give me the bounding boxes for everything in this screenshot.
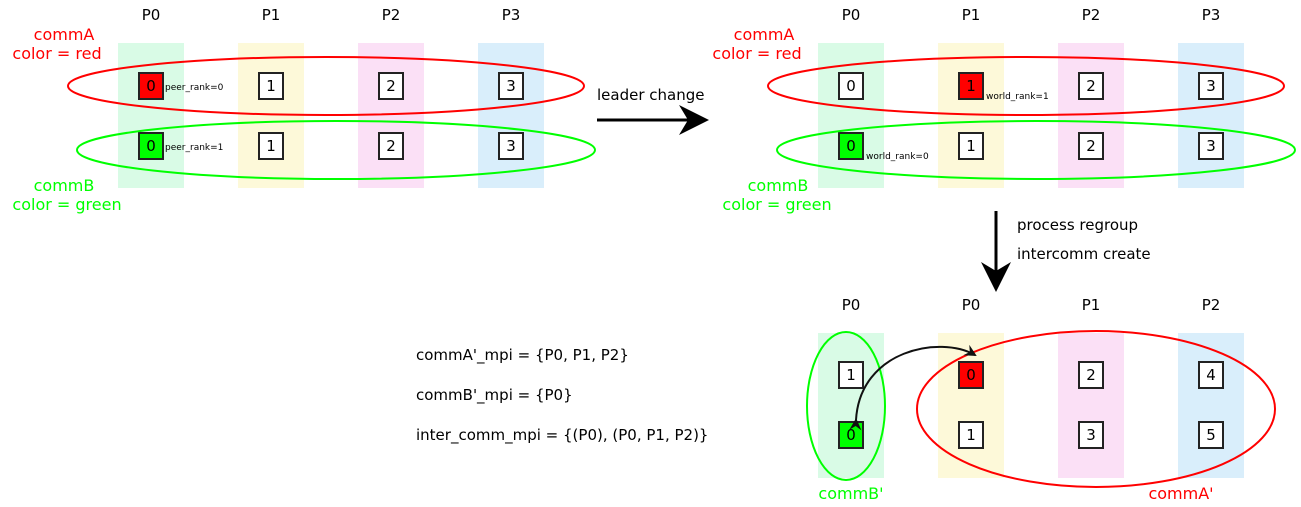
rank-number: 3	[506, 77, 516, 95]
header-p1: P1	[962, 6, 981, 24]
header-p0: P0	[142, 6, 161, 24]
commB-prime-mpi-equation: commB'_mpi = {P0}	[416, 386, 573, 405]
panel-after-leader-change: P0 P1 P2 P3 0 1 2 3 0 1 2 3 world_rank=1…	[712, 6, 1296, 214]
world-rank-note: world_rank=0	[866, 152, 929, 162]
rank-number: 4	[1206, 366, 1216, 384]
header-p3: P3	[1202, 6, 1221, 24]
commA-prime-label: commA'	[1148, 484, 1213, 503]
commA-label: commA	[34, 25, 95, 44]
peer-rank-note: peer_rank=0	[165, 83, 224, 93]
panel-before: P0 P1 P2 P3 0 1 2 3 0 1 2 3 peer_rank=0 …	[12, 6, 596, 214]
process-regroup-label: process regroup	[1017, 216, 1138, 234]
rank-number: 2	[1086, 366, 1096, 384]
rank-number: 1	[266, 77, 276, 95]
process-band-p1	[1058, 333, 1124, 478]
commA-label: commA	[734, 25, 795, 44]
leader-change-label: leader change	[597, 86, 704, 104]
commA-color-label: color = red	[712, 44, 801, 63]
peer-rank-note: peer_rank=1	[165, 143, 223, 153]
rank-number: 0	[846, 77, 856, 95]
commB-prime-label: commB'	[818, 484, 883, 503]
rank-number: 1	[966, 137, 976, 155]
panel-intercomm: P0 P0 P1 P2 1 0 2 4 0 1 3 5 commB' commA…	[806, 296, 1276, 503]
commB-label: commB	[34, 176, 95, 195]
rank-number: 3	[506, 137, 516, 155]
diagram: P0 P1 P2 P3 0 1 2 3 0 1 2 3 peer_rank=0 …	[12, 6, 1296, 503]
inter-comm-mpi-equation: inter_comm_mpi = {(P0), (P0, P1, P2)}	[416, 426, 708, 445]
header-p3: P3	[502, 6, 521, 24]
rank-number: 0	[146, 77, 156, 95]
rank-number: 0	[146, 137, 156, 155]
rank-number: 1	[966, 426, 976, 444]
commA-color-label: color = red	[12, 44, 101, 63]
process-band-p2	[1178, 333, 1244, 478]
commB-color-label: color = green	[12, 195, 121, 214]
header-p0: P0	[842, 6, 861, 24]
process-band-p3	[478, 43, 544, 188]
rank-number: 1	[846, 366, 856, 384]
commA-prime-mpi-equation: commA'_mpi = {P0, P1, P2}	[416, 346, 629, 365]
header-p2: P2	[1082, 6, 1101, 24]
rank-number: 0	[846, 137, 856, 155]
rank-number: 3	[1206, 77, 1216, 95]
rank-number: 3	[1206, 137, 1216, 155]
rank-number: 2	[386, 77, 396, 95]
rank-number: 0	[846, 426, 856, 444]
header-p2: P2	[382, 6, 401, 24]
rank-number: 3	[1086, 426, 1096, 444]
header: P2	[1202, 296, 1221, 314]
rank-number: 0	[966, 366, 976, 384]
rank-number: 1	[266, 137, 276, 155]
rank-number: 2	[386, 137, 396, 155]
commB-label: commB	[748, 176, 809, 195]
process-band-p0-second	[938, 333, 1004, 478]
rank-number: 5	[1206, 426, 1216, 444]
process-band-p3	[1178, 43, 1244, 188]
commB-color-label: color = green	[722, 195, 831, 214]
header: P1	[1082, 296, 1101, 314]
rank-number: 1	[966, 77, 976, 95]
header: P0	[842, 296, 861, 314]
header-p1: P1	[262, 6, 281, 24]
rank-number: 2	[1086, 77, 1096, 95]
header: P0	[962, 296, 981, 314]
intercomm-create-label: intercomm create	[1017, 245, 1151, 263]
rank-number: 2	[1086, 137, 1096, 155]
world-rank-note: world_rank=1	[986, 92, 1049, 102]
